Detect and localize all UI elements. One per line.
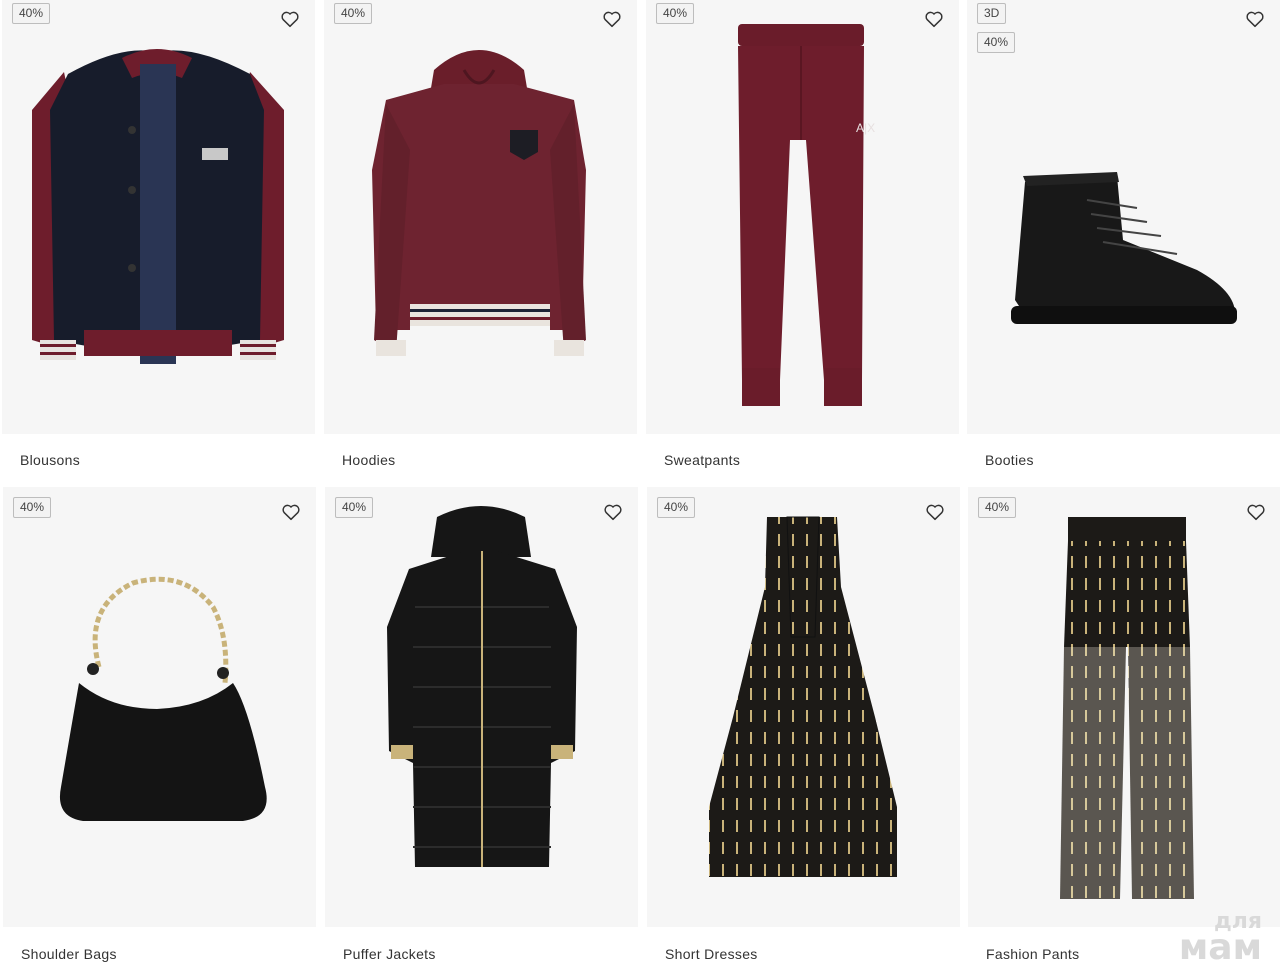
heart-icon[interactable] — [923, 8, 945, 30]
product-card-short-dresses[interactable]: 40% Short Dresses — [647, 487, 960, 969]
discount-badge: 40% — [656, 3, 695, 24]
product-image-hoodie[interactable] — [324, 0, 637, 434]
product-card-hoodies[interactable]: 40% Hoodies — [324, 0, 637, 482]
heart-icon[interactable] — [280, 501, 302, 523]
product-card-shoulder-bags[interactable]: 40% Shoulder Bags — [3, 487, 316, 969]
heart-icon[interactable] — [279, 8, 301, 30]
product-card-blousons[interactable]: 40% Blousons — [2, 0, 315, 482]
heart-icon[interactable] — [1245, 501, 1267, 523]
watermark-line-2: мам — [1178, 926, 1262, 968]
svg-text:A|X: A|X — [856, 121, 875, 135]
discount-badge: 40% — [12, 3, 51, 24]
product-image-shoulder-bag[interactable] — [3, 487, 316, 927]
product-grid: 40% Blousons 40% Hoodies A|X 40% Sweatpa… — [0, 0, 1280, 974]
product-image-short-dress[interactable] — [647, 487, 960, 927]
product-image-sweatpants[interactable]: A|X — [646, 0, 959, 434]
product-category-label[interactable]: Hoodies — [342, 452, 395, 468]
product-image-puffer-jacket[interactable] — [325, 487, 638, 927]
discount-badge: 40% — [335, 497, 374, 518]
product-category-label[interactable]: Puffer Jackets — [343, 946, 436, 962]
heart-icon[interactable] — [602, 501, 624, 523]
discount-badge: 40% — [334, 3, 373, 24]
product-image-bootie[interactable] — [967, 0, 1280, 434]
product-card-puffer-jackets[interactable]: 40% Puffer Jackets — [325, 487, 638, 969]
product-category-label[interactable]: Short Dresses — [665, 946, 758, 962]
product-card-fashion-pants[interactable]: 40% Fashion Pants — [968, 487, 1280, 969]
product-category-label[interactable]: Blousons — [20, 452, 80, 468]
discount-badge: 40% — [13, 497, 52, 518]
product-category-label[interactable]: Sweatpants — [664, 452, 740, 468]
product-category-label[interactable]: Fashion Pants — [986, 946, 1079, 962]
site-watermark: для мам — [1178, 910, 1262, 968]
discount-badge: 40% — [657, 497, 696, 518]
product-card-sweatpants[interactable]: A|X 40% Sweatpants — [646, 0, 959, 482]
product-image-fashion-pants[interactable] — [968, 487, 1280, 927]
product-card-booties[interactable]: 3D 40% Booties — [967, 0, 1280, 482]
discount-badge: 40% — [978, 497, 1017, 518]
product-image-blouson[interactable] — [2, 0, 315, 434]
discount-badge: 40% — [977, 32, 1016, 53]
heart-icon[interactable] — [924, 501, 946, 523]
product-category-label[interactable]: Booties — [985, 452, 1034, 468]
heart-icon[interactable] — [601, 8, 623, 30]
heart-icon[interactable] — [1244, 8, 1266, 30]
feature-badge-3d: 3D — [977, 3, 1007, 24]
product-category-label[interactable]: Shoulder Bags — [21, 946, 117, 962]
